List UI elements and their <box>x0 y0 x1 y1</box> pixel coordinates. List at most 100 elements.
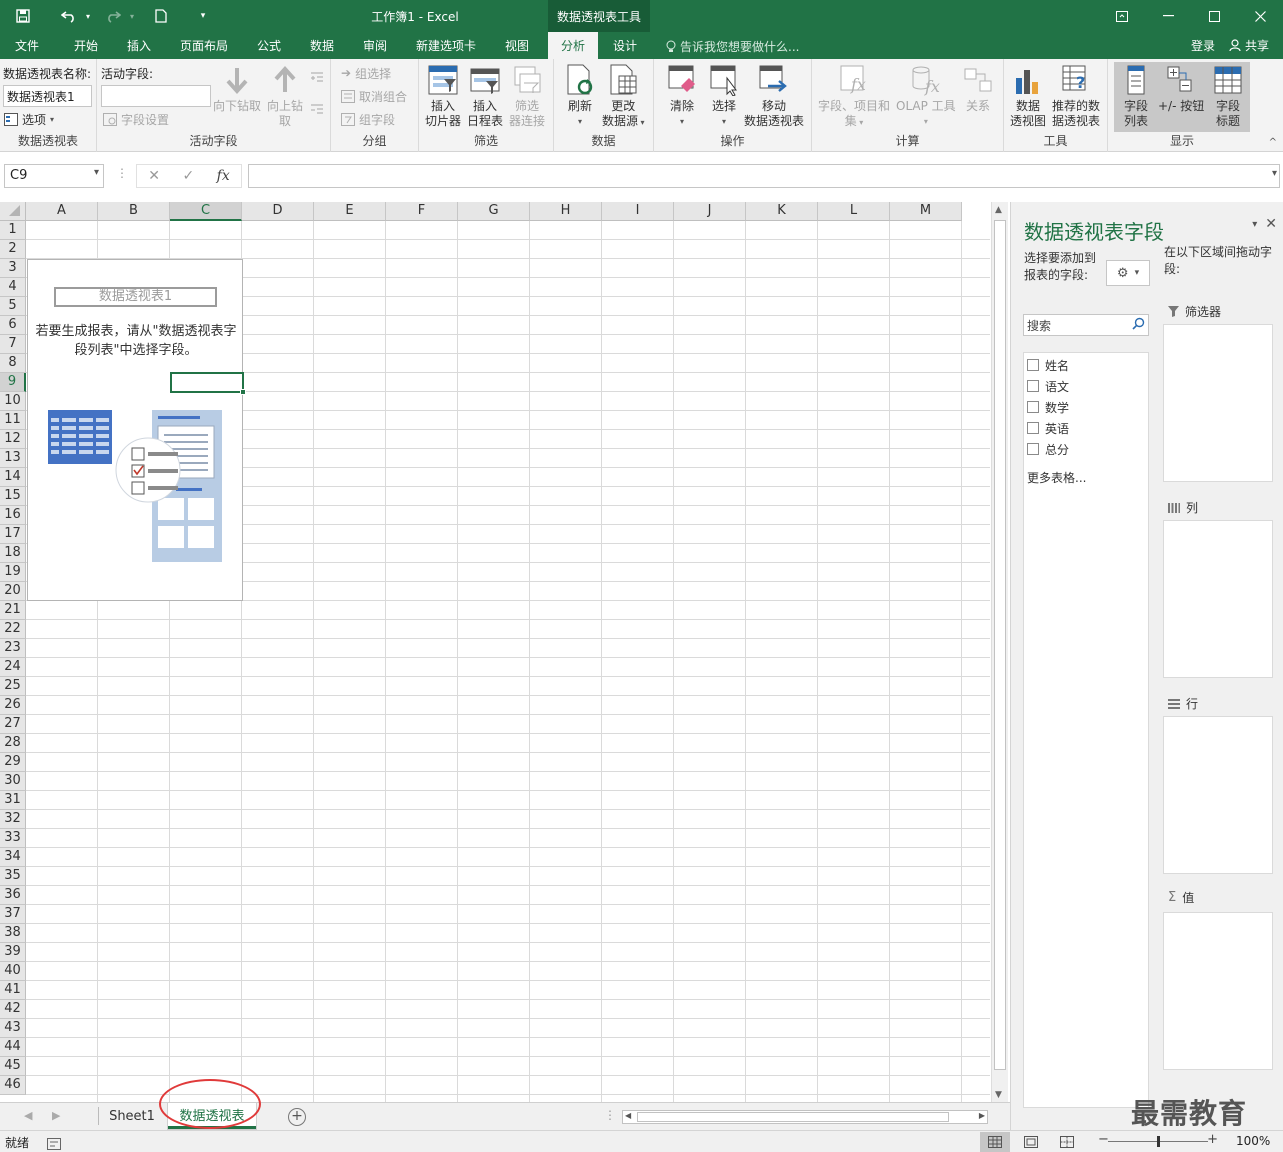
zoom-level[interactable]: 100% <box>1236 1134 1270 1148</box>
row-header-36[interactable]: 36 <box>0 886 26 905</box>
name-box[interactable]: C9 ▾ <box>4 164 104 188</box>
vertical-scroll-thumb[interactable] <box>994 220 1006 1070</box>
sheet-tab-sheet1[interactable]: Sheet1 <box>100 1103 164 1129</box>
row-header-4[interactable]: 4 <box>0 278 26 297</box>
tab-split-grip-icon[interactable]: ⋮ <box>604 1108 616 1122</box>
row-header-34[interactable]: 34 <box>0 848 26 867</box>
undo-icon[interactable] <box>56 3 82 29</box>
insert-slicer-button[interactable]: 插入 切片器 <box>425 63 461 129</box>
field-item[interactable]: 语文 <box>1027 377 1069 395</box>
column-header-a[interactable]: A <box>26 202 98 221</box>
field-headers-button[interactable]: 字段 标题 <box>1212 63 1244 129</box>
tab-insert[interactable]: 插入 <box>114 32 164 59</box>
row-header-17[interactable]: 17 <box>0 525 26 544</box>
scroll-right-icon[interactable]: ▶ <box>979 1111 985 1120</box>
scroll-up-icon[interactable]: ▲ <box>995 205 1002 215</box>
tab-analyze[interactable]: 分析 <box>548 32 598 59</box>
filters-area-box[interactable] <box>1163 324 1273 482</box>
scroll-left-icon[interactable]: ◀ <box>625 1111 631 1120</box>
drill-up-button[interactable]: 向上钻 取 <box>267 63 303 129</box>
values-area-box[interactable] <box>1163 912 1273 1070</box>
row-header-24[interactable]: 24 <box>0 658 26 677</box>
zoom-in-icon[interactable]: + <box>1207 1132 1218 1147</box>
field-checkbox[interactable] <box>1027 380 1039 392</box>
column-header-d[interactable]: D <box>242 202 314 221</box>
row-header-6[interactable]: 6 <box>0 316 26 335</box>
field-checkbox[interactable] <box>1027 359 1039 371</box>
tab-file[interactable]: 文件 <box>0 32 54 59</box>
active-field-input[interactable] <box>101 85 211 107</box>
row-header-21[interactable]: 21 <box>0 601 26 620</box>
maximize-icon[interactable] <box>1191 0 1237 32</box>
pane-close-icon[interactable]: ✕ <box>1265 216 1277 232</box>
refresh-button[interactable]: 刷新 ▾ <box>564 63 596 129</box>
row-header-38[interactable]: 38 <box>0 924 26 943</box>
row-header-29[interactable]: 29 <box>0 753 26 772</box>
move-pivottable-button[interactable]: 移动 数据透视表 <box>744 63 804 129</box>
tab-formulas[interactable]: 公式 <box>246 32 292 59</box>
zoom-slider[interactable]: − + <box>1098 1132 1218 1149</box>
close-icon[interactable] <box>1237 0 1283 32</box>
pane-options-dropdown-icon[interactable]: ▾ <box>1252 219 1257 232</box>
row-header-18[interactable]: 18 <box>0 544 26 563</box>
column-header-h[interactable]: H <box>530 202 602 221</box>
column-header-k[interactable]: K <box>746 202 818 221</box>
row-header-43[interactable]: 43 <box>0 1019 26 1038</box>
select-button[interactable]: 选择 ▾ <box>708 63 740 129</box>
row-header-22[interactable]: 22 <box>0 620 26 639</box>
field-search-input[interactable]: 搜索 <box>1023 314 1149 336</box>
drill-down-button[interactable]: 向下钻取 <box>213 63 261 114</box>
select-all-corner[interactable] <box>0 202 26 221</box>
row-header-42[interactable]: 42 <box>0 1000 26 1019</box>
field-checkbox[interactable] <box>1027 401 1039 413</box>
name-box-dropdown-icon[interactable]: ▾ <box>94 167 99 178</box>
field-item[interactable]: 总分 <box>1027 440 1069 458</box>
customize-qat-icon[interactable]: ▾ <box>190 3 216 29</box>
sheet-next-icon[interactable]: ▶ <box>52 1109 60 1122</box>
tools-gear-button[interactable]: ⚙ ▾ <box>1106 260 1150 286</box>
column-header-l[interactable]: L <box>818 202 890 221</box>
row-header-1[interactable]: 1 <box>0 221 26 240</box>
row-header-32[interactable]: 32 <box>0 810 26 829</box>
row-header-44[interactable]: 44 <box>0 1038 26 1057</box>
active-cell-c9[interactable] <box>170 372 246 395</box>
zoom-knob[interactable] <box>1157 1136 1160 1147</box>
column-header-m[interactable]: M <box>890 202 962 221</box>
row-header-20[interactable]: 20 <box>0 582 26 601</box>
normal-view-icon[interactable] <box>980 1132 1010 1152</box>
insert-function-icon[interactable]: fx <box>217 168 230 184</box>
field-list-button[interactable]: 字段 列表 <box>1120 63 1152 129</box>
columns-area-box[interactable] <box>1163 520 1273 678</box>
column-header-e[interactable]: E <box>314 202 386 221</box>
pivotchart-button[interactable]: 数据 透视图 <box>1010 63 1046 129</box>
tab-home[interactable]: 开始 <box>60 32 112 59</box>
recommended-pivottables-button[interactable]: ? 推荐的数 据透视表 <box>1052 63 1100 129</box>
column-header-c[interactable]: C <box>170 202 242 221</box>
row-header-12[interactable]: 12 <box>0 430 26 449</box>
more-tables-link[interactable]: 更多表格... <box>1027 469 1086 486</box>
row-header-13[interactable]: 13 <box>0 449 26 468</box>
filter-connections-button[interactable]: 筛选 器连接 <box>509 63 545 129</box>
column-header-g[interactable]: G <box>458 202 530 221</box>
row-header-9[interactable]: 9 <box>0 373 26 392</box>
tab-page-layout[interactable]: 页面布局 <box>170 32 238 59</box>
row-header-11[interactable]: 11 <box>0 411 26 430</box>
redo-icon[interactable] <box>100 3 126 29</box>
new-document-icon[interactable] <box>148 3 174 29</box>
save-icon[interactable] <box>10 3 36 29</box>
tab-view[interactable]: 视图 <box>492 32 542 59</box>
column-header-j[interactable]: J <box>674 202 746 221</box>
field-checkbox[interactable] <box>1027 443 1039 455</box>
field-settings-button[interactable]: 字段设置 <box>103 109 169 129</box>
row-header-33[interactable]: 33 <box>0 829 26 848</box>
column-header-i[interactable]: I <box>602 202 674 221</box>
olap-tools-button[interactable]: fx OLAP 工具 ▾ <box>896 63 956 129</box>
relationships-button[interactable]: 关系 <box>962 63 994 114</box>
row-header-14[interactable]: 14 <box>0 468 26 487</box>
add-sheet-icon[interactable]: + <box>288 1108 306 1126</box>
fill-handle[interactable] <box>240 389 246 395</box>
page-layout-view-icon[interactable] <box>1016 1132 1046 1152</box>
row-header-40[interactable]: 40 <box>0 962 26 981</box>
rows-area-box[interactable] <box>1163 716 1273 874</box>
pivottable-placeholder[interactable]: 数据透视表1 若要生成报表，请从"数据透视表字段列表"中选择字段。 <box>27 259 243 601</box>
